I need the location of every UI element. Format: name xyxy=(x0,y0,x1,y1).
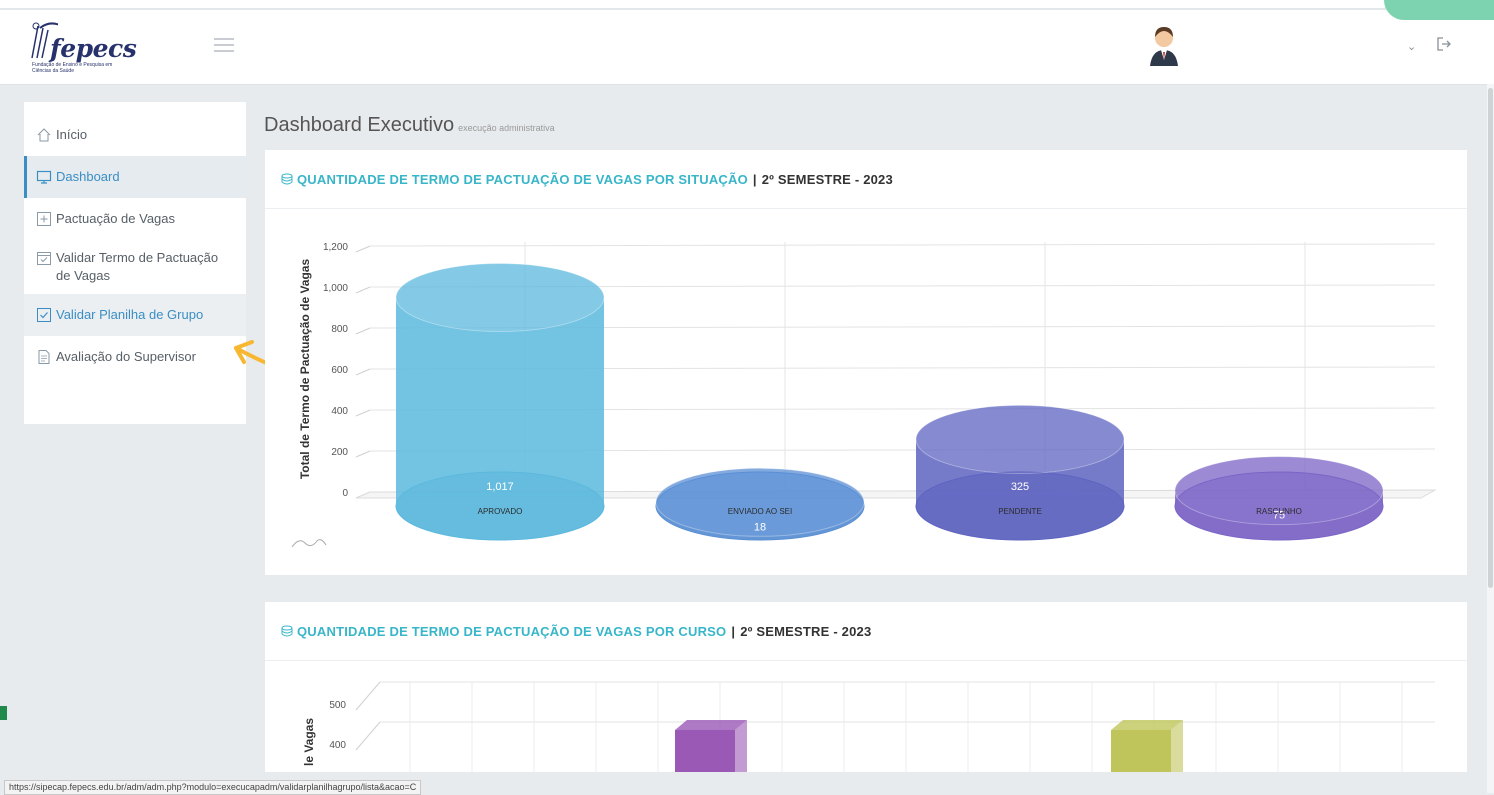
cylinder-top xyxy=(915,404,1125,474)
data-label: 325 xyxy=(1011,481,1029,493)
menu-toggle-icon[interactable] xyxy=(214,38,234,52)
y-tick-label: 0 xyxy=(342,488,348,499)
document-icon xyxy=(38,350,50,364)
panel-title: QUANTIDADE DE TERMO DE PACTUAÇÃO DE VAGA… xyxy=(297,171,748,187)
sidebar-item-validar-termo[interactable]: Validar Termo de Pactuação de Vagas xyxy=(24,240,246,294)
sidebar-item-label: Início xyxy=(56,127,88,142)
sidebar-item-inicio[interactable]: Início xyxy=(24,114,246,156)
y-tick-label: 800 xyxy=(331,324,348,335)
chart-watermark-icon xyxy=(291,539,327,548)
gridline-depth xyxy=(355,681,381,751)
database-icon xyxy=(281,173,293,185)
y-tick-label: 400 xyxy=(329,740,346,751)
panel-period: 2º SEMESTRE - 2023 xyxy=(740,623,872,639)
cylinder-bar xyxy=(1174,456,1384,541)
logo-text: fepecs xyxy=(50,34,137,63)
fepecs-logo[interactable]: fepecs Fundação de Ensino e Pesquisa em … xyxy=(28,20,137,74)
situacao-cylinder-chart: Total de Termo de Pactuação de Vagas 0 200… xyxy=(298,242,1437,541)
cylinder-top xyxy=(395,263,605,333)
gridline-depth xyxy=(355,327,371,335)
x-tick-label: APROVADO xyxy=(478,507,523,516)
sidebar-item-label: Validar Planilha de Grupo xyxy=(56,307,204,322)
sidebar-item-avaliacao-supervisor[interactable]: Avaliação do Supervisor xyxy=(24,336,246,378)
y-tick-label: 1,200 xyxy=(323,242,348,253)
chevron-down-icon[interactable]: ⌄ xyxy=(1407,40,1416,53)
check-square-icon xyxy=(37,308,51,322)
x-tick-label: ENVIADO AO SEI xyxy=(728,507,792,516)
scrollbar-thumb[interactable] xyxy=(1488,88,1493,588)
y-axis-title: Total de Termo de Pactuação de Vagas xyxy=(298,259,312,480)
user-avatar[interactable] xyxy=(1148,26,1180,66)
x-tick-label: PENDENTE xyxy=(998,507,1042,516)
panel-header: QUANTIDADE DE TERMO DE PACTUAÇÃO DE VAGA… xyxy=(265,150,1467,209)
gridline-depth xyxy=(355,409,371,417)
gridline-depth xyxy=(355,450,371,458)
sidebar-item-label: Avaliação do Supervisor xyxy=(56,349,196,364)
gridline-depth xyxy=(355,286,371,294)
box-front xyxy=(1111,730,1171,772)
top-header: fepecs Fundação de Ensino e Pesquisa em … xyxy=(0,0,1494,85)
corner-decoration xyxy=(1384,0,1494,20)
monitor-icon xyxy=(36,170,52,184)
y-tick-label: 400 xyxy=(331,406,348,417)
page-title: Dashboard Executivo execução administrati… xyxy=(264,114,555,136)
sidebar-item-dashboard[interactable]: Dashboard xyxy=(24,156,246,198)
y-tick-label: 600 xyxy=(331,365,348,376)
box-bar xyxy=(675,720,747,772)
panel-title: QUANTIDADE DE TERMO DE PACTUAÇÃO DE VAGA… xyxy=(297,623,727,639)
database-icon xyxy=(281,625,293,637)
sidebar-item-label: Pactuação de Vagas xyxy=(56,211,176,226)
cylinder-bar xyxy=(395,263,605,541)
y-tick-label: 1,000 xyxy=(323,283,348,294)
data-label: 1,017 xyxy=(486,481,514,493)
page-subtitle: execução administrativa xyxy=(458,123,555,133)
x-tick-label: RASCUNHO xyxy=(1256,507,1302,516)
sidebar-item-pactuacao-vagas[interactable]: Pactuação de Vagas xyxy=(24,198,246,240)
y-axis-title: le Vagas xyxy=(302,718,316,766)
sidebar-item-validar-planilha[interactable]: Validar Planilha de Grupo xyxy=(24,294,246,336)
panel-title-separator: | xyxy=(731,623,736,639)
logout-icon[interactable] xyxy=(1436,36,1452,52)
box-front xyxy=(675,730,735,772)
panel-header: QUANTIDADE DE TERMO DE PACTUAÇÃO DE VAGA… xyxy=(265,602,1467,661)
y-tick-label: 200 xyxy=(331,447,348,458)
chart-panel-situacao: QUANTIDADE DE TERMO DE PACTUAÇÃO DE VAGA… xyxy=(265,150,1467,575)
curso-box-chart: le Vagas 400 500 xyxy=(302,681,1435,772)
y-tick-label: 500 xyxy=(329,700,346,711)
plus-square-icon xyxy=(37,212,51,226)
sidebar: Início Dashboard Pactuação de Vagas Vali… xyxy=(24,102,246,424)
box-top xyxy=(1111,720,1183,730)
decorative-mark xyxy=(0,706,7,720)
logo-subtext: Fundação de Ensino e Pesquisa em Ciência… xyxy=(32,62,113,74)
panel-title-separator: | xyxy=(752,171,757,187)
panel-period: 2º SEMESTRE - 2023 xyxy=(761,171,893,187)
gridline xyxy=(369,243,1436,247)
data-label: 18 xyxy=(754,521,766,533)
sidebar-item-label: Validar Termo de Pactuação de Vagas xyxy=(56,250,219,283)
gridline-depth xyxy=(355,368,371,376)
box-top xyxy=(675,720,747,730)
box-bar xyxy=(1111,720,1183,772)
sidebar-item-label: Dashboard xyxy=(56,169,120,184)
calendar-check-icon xyxy=(37,252,51,265)
cylinder-bar xyxy=(915,404,1125,541)
home-icon xyxy=(37,128,51,142)
gridline-depth xyxy=(355,245,371,253)
chart-panel-curso: QUANTIDADE DE TERMO DE PACTUAÇÃO DE VAGA… xyxy=(265,602,1467,772)
header-top-line xyxy=(0,8,1494,10)
